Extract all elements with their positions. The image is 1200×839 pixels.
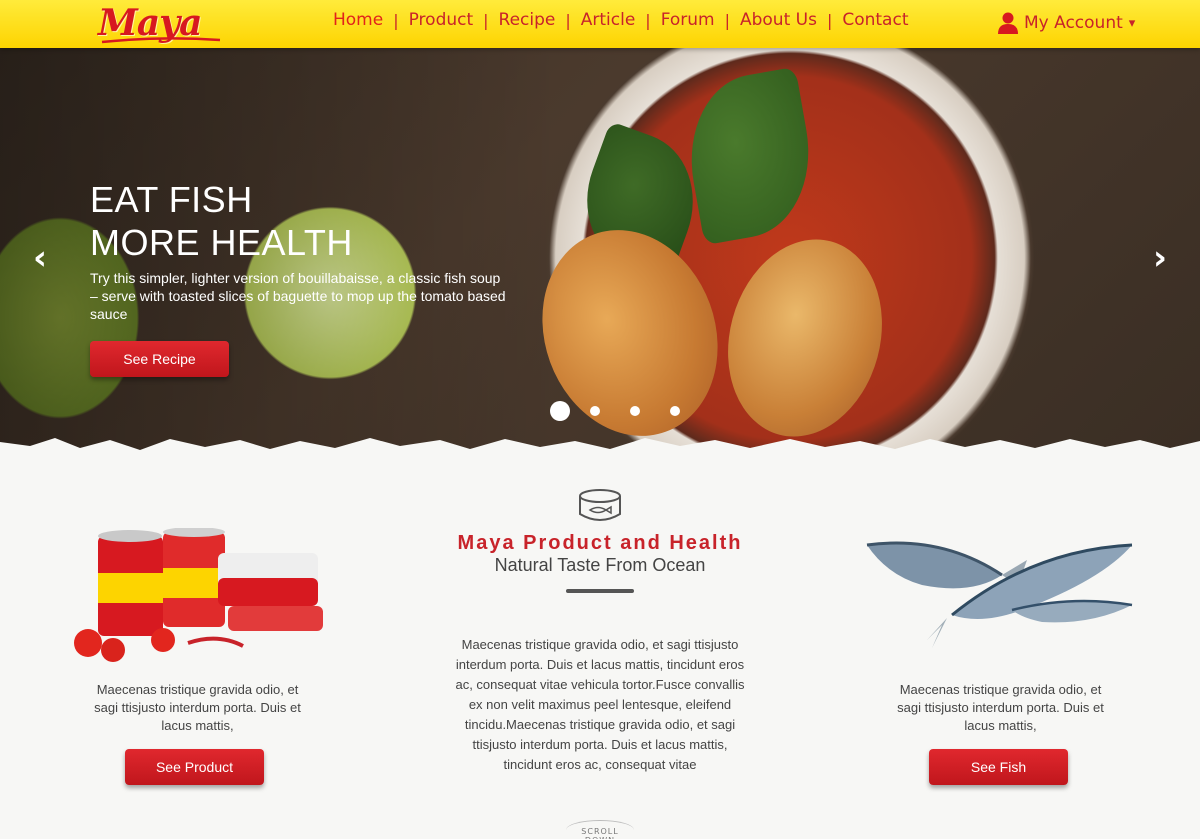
fish-decoration [706,221,904,455]
user-icon [998,12,1018,34]
chevron-left-icon[interactable]: ‹ [25,238,55,278]
see-recipe-button[interactable]: See Recipe [90,341,229,377]
nav-separator: | [826,10,833,30]
hero-description: Try this simpler, lighter version of bou… [90,270,506,322]
my-account-label: My Account [1024,13,1123,33]
scroll-down-indicator[interactable]: SCROLL DOWN [566,820,634,839]
chevron-right-icon[interactable]: › [1145,238,1175,278]
carousel-dot[interactable] [550,401,570,421]
hero-title-line: EAT FISH [90,179,253,220]
nav-separator: | [565,10,571,30]
chevron-down-icon: ▾ [1128,15,1136,31]
nav-product[interactable]: Product [406,10,477,30]
logo-swoosh-decoration [101,37,221,44]
site-header: Maya Home | Product | Recipe | Article |… [0,0,1200,48]
nav-forum[interactable]: Forum [658,10,718,30]
nav-recipe[interactable]: Recipe [496,10,559,30]
hero-title-line: MORE HEALTH [90,222,353,263]
section-description: Maecenas tristique gravida odio, et sagi… [455,637,745,772]
leaf-decoration [677,66,823,246]
nav-home[interactable]: Home [330,10,386,30]
sardines-image [866,541,1133,648]
nav-about-us[interactable]: About Us [737,10,820,30]
tin-can-icon [579,489,621,521]
carousel-dots [550,401,710,421]
main-nav: Home | Product | Recipe | Article | Foru… [330,10,911,30]
nav-separator: | [483,10,489,30]
nav-article[interactable]: Article [578,10,639,30]
section-subtitle: Natural Taste From Ocean [494,555,706,575]
fish-description: Maecenas tristique gravida odio, et sagi… [897,682,1104,733]
my-account-menu[interactable]: My Account ▾ [998,12,1135,34]
canned-sardines-image [74,528,323,662]
see-product-button[interactable]: See Product [125,749,264,785]
hero-title: EAT FISH MORE HEALTH [90,178,353,264]
title-divider [566,589,634,593]
product-description: Maecenas tristique gravida odio, et sagi… [94,682,301,733]
torn-paper-edge [0,438,1200,468]
nav-contact[interactable]: Contact [839,10,911,30]
carousel-dot[interactable] [630,406,640,416]
nav-separator: | [645,10,651,30]
carousel-dot[interactable] [590,406,600,416]
nav-separator: | [393,10,399,30]
carousel-dot[interactable] [670,406,680,416]
see-fish-button[interactable]: See Fish [929,749,1068,785]
hero-carousel: EAT FISH MORE HEALTH Try this simpler, l… [0,48,1200,460]
section-title: Maya Product and Health [457,532,743,554]
nav-separator: | [724,10,730,30]
